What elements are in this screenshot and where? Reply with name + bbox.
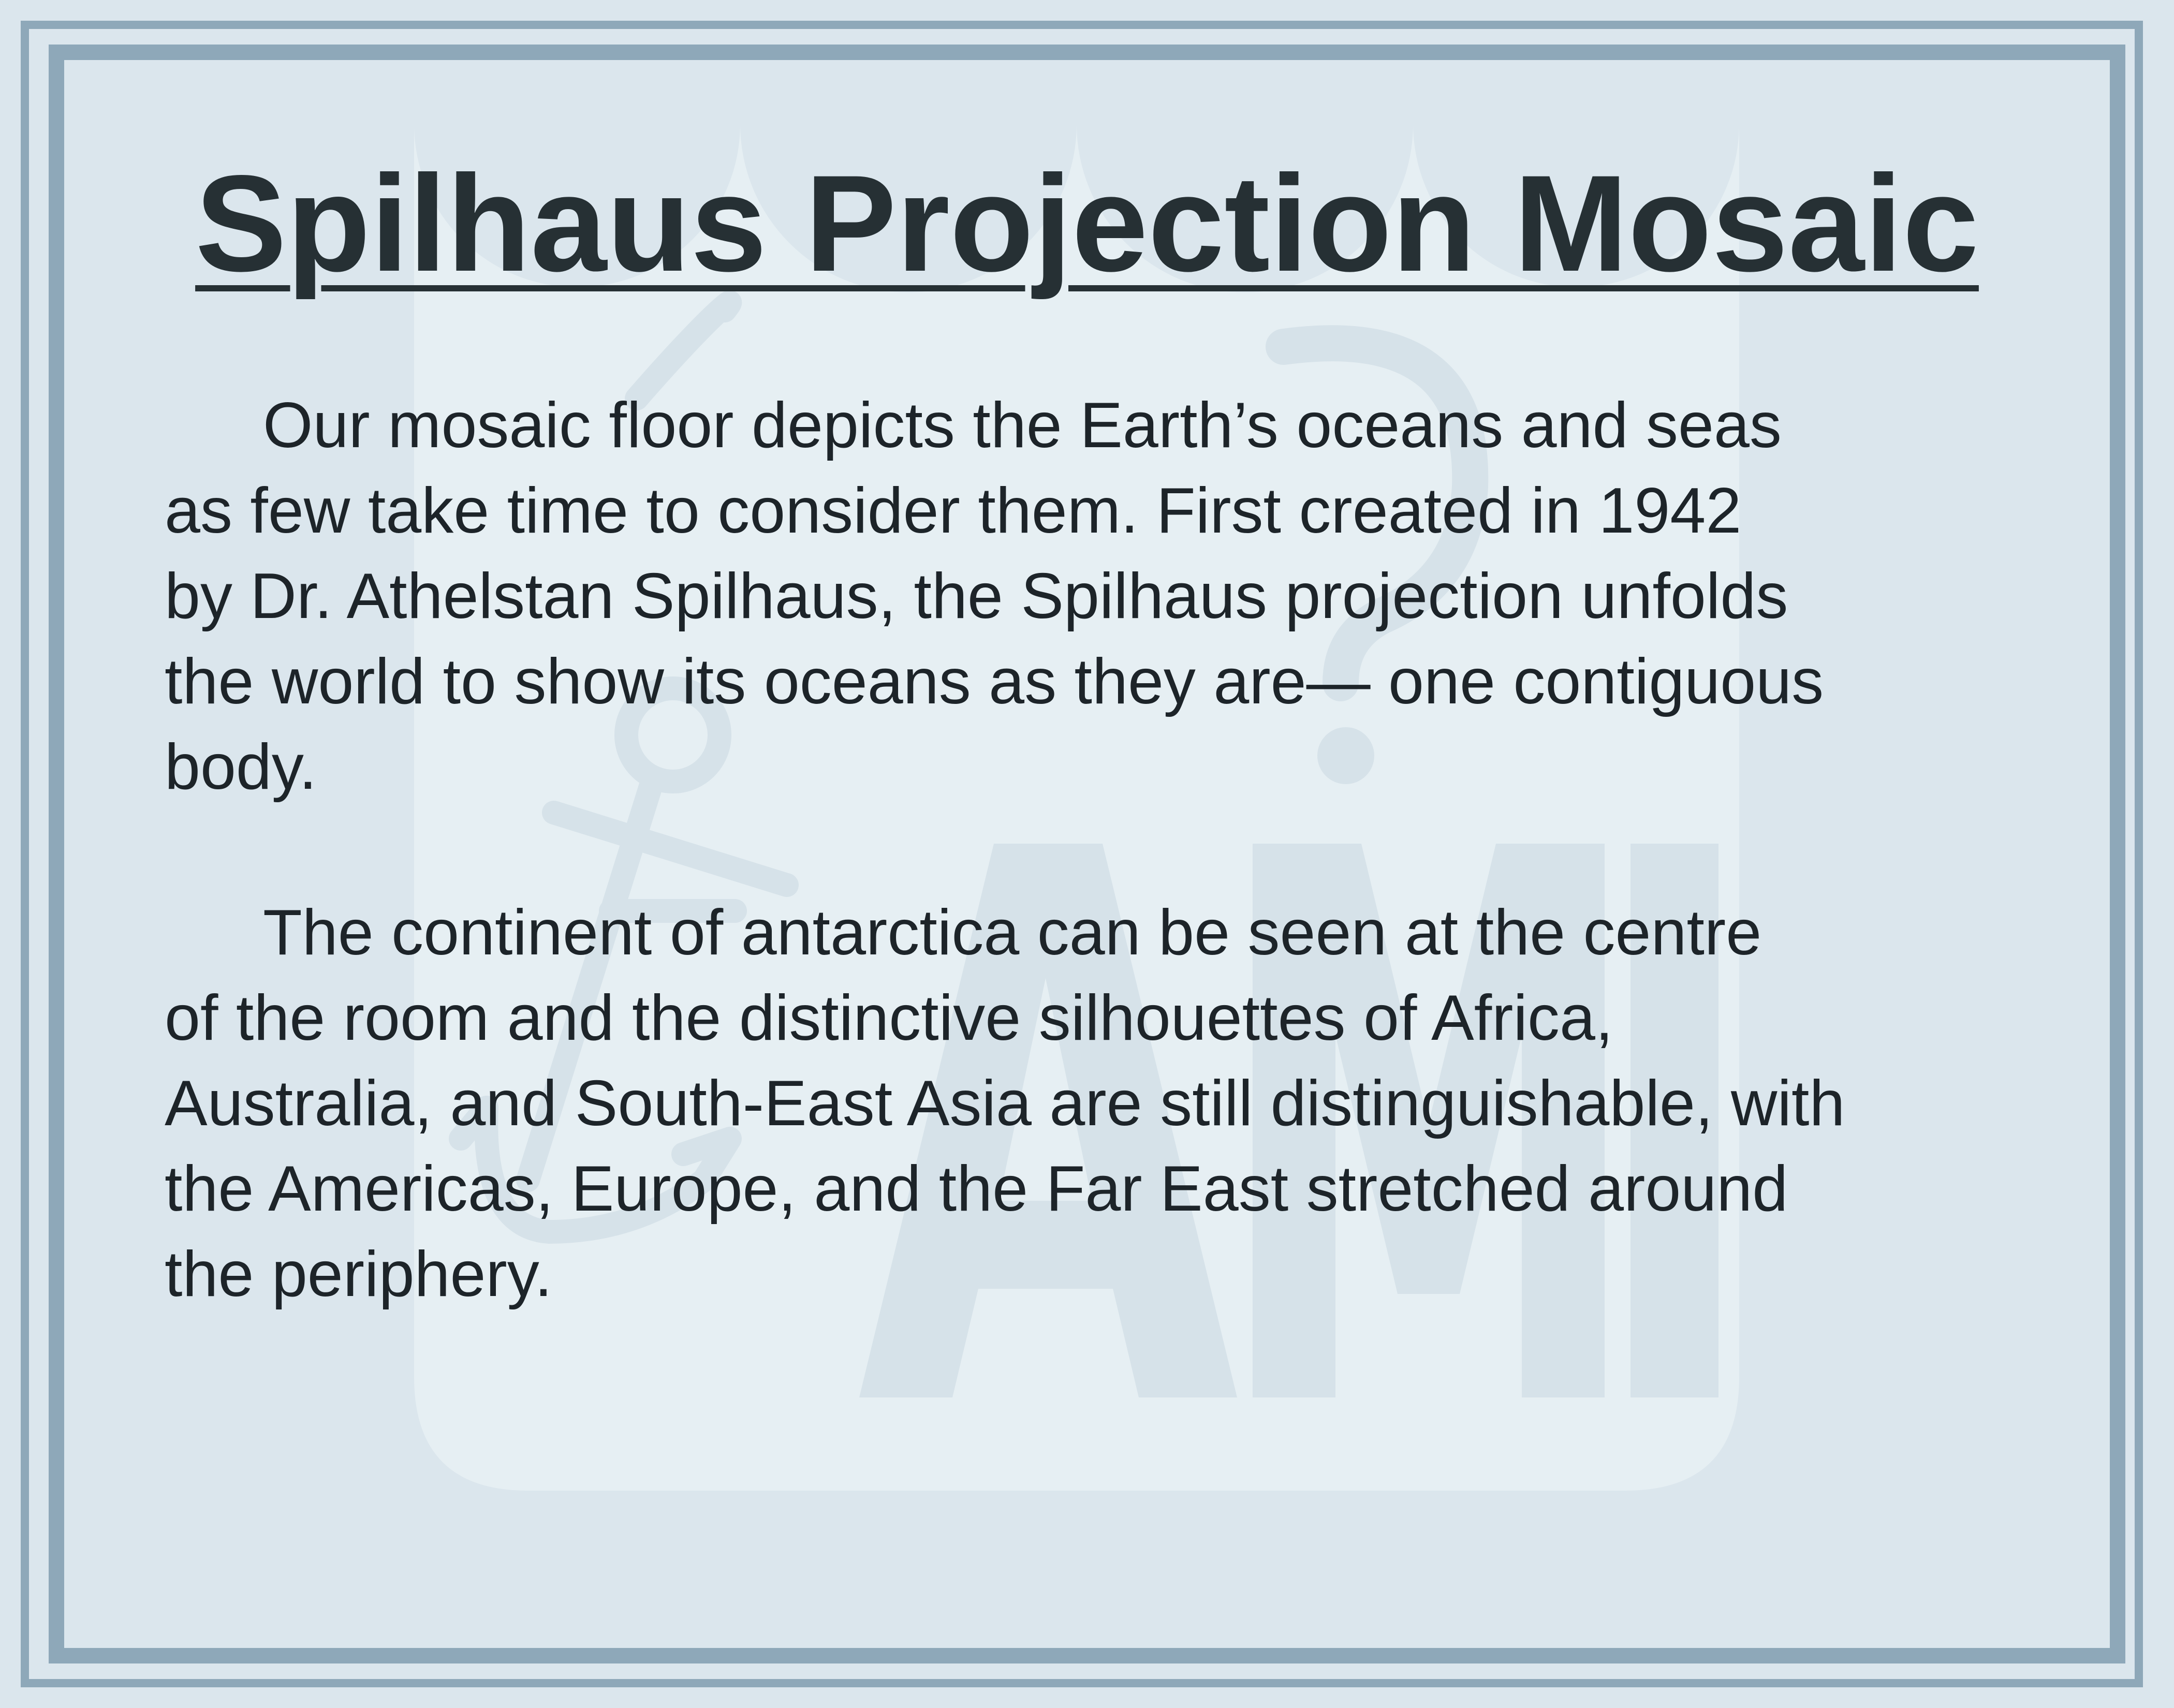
paragraph-history: Our mosaic floor depicts the Earth’s oce… [165,390,1824,803]
paragraph-layout: The continent of antarctica can be seen … [165,897,1845,1310]
page-title: Spilhaus Projection Mosaic [195,147,1979,300]
